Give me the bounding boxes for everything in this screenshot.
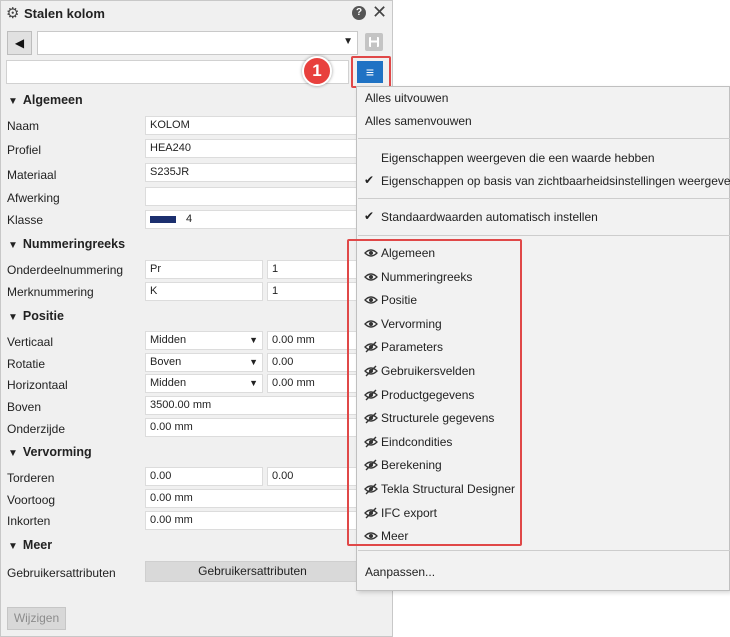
preset-select[interactable]: ▼: [37, 31, 358, 55]
back-button[interactable]: ◀: [7, 31, 32, 55]
modify-button[interactable]: Wijzigen: [7, 607, 66, 630]
gebruikersattributen-label: Gebruikersattributen: [7, 566, 116, 580]
boven-label: Boven: [7, 400, 42, 414]
hamburger-icon: ≡: [365, 64, 375, 80]
horizontaal-value: Midden: [150, 377, 187, 389]
panel-title: Stalen kolom: [24, 6, 105, 21]
check-icon: ✔: [364, 209, 375, 223]
menu-divider: [358, 235, 730, 236]
verticaal-label: Verticaal: [7, 335, 54, 349]
collapse-triangle-icon: ▼: [8, 541, 18, 552]
callout-badge: 1: [302, 56, 332, 86]
options-menu-button[interactable]: ≡: [357, 61, 383, 83]
inkorten-label: Inkorten: [7, 514, 51, 528]
verticaal-value: Midden: [150, 334, 187, 346]
save-preset-button[interactable]: [365, 33, 383, 51]
section-header-nummeringreeks[interactable]: ▼ Nummeringreeks: [8, 237, 125, 251]
section-header-positie[interactable]: ▼ Positie: [8, 309, 64, 323]
torderen-start-field[interactable]: 0.00: [145, 467, 263, 486]
panel-titlebar: ⚙ Stalen kolom ? ✕: [1, 1, 392, 27]
menu-item-expand-all[interactable]: Alles uitvouwen: [365, 91, 448, 105]
menu-divider: [358, 138, 730, 139]
rotatie-value: Boven: [150, 356, 182, 368]
menu-divider: [358, 550, 730, 551]
sections-highlight-box: [347, 239, 522, 546]
voortoog-field[interactable]: 0.00 mm: [145, 489, 360, 508]
profiel-label: Profiel: [7, 143, 42, 157]
rotatie-select[interactable]: Boven ▼: [145, 353, 263, 372]
gear-icon: ⚙: [6, 5, 20, 22]
rotatie-label: Rotatie: [7, 357, 46, 371]
afwerking-label: Afwerking: [7, 191, 60, 205]
chevron-down-icon: ▼: [343, 36, 353, 47]
klasse-label: Klasse: [7, 213, 44, 227]
collapse-triangle-icon: ▼: [8, 448, 18, 459]
section-header-meer[interactable]: ▼ Meer: [8, 538, 52, 552]
section-title: Vervorming: [22, 445, 92, 459]
save-icon: [369, 37, 379, 47]
voortoog-label: Voortoog: [7, 493, 56, 507]
close-icon[interactable]: ✕: [372, 2, 387, 23]
materiaal-field[interactable]: S235JR: [145, 163, 360, 182]
class-color-swatch: [150, 215, 176, 223]
onderzijde-field[interactable]: 0.00 mm: [145, 418, 360, 437]
help-icon[interactable]: ?: [352, 6, 366, 20]
afwerking-field[interactable]: [145, 187, 360, 206]
inkorten-field[interactable]: 0.00 mm: [145, 511, 360, 530]
collapse-triangle-icon: ▼: [8, 240, 18, 251]
section-title: Meer: [22, 538, 53, 552]
menu-item-show-with-value[interactable]: Eigenschappen weergeven die een waarde h…: [381, 151, 655, 165]
horizontaal-select[interactable]: Midden ▼: [145, 374, 263, 393]
chevron-down-icon: ▼: [249, 335, 258, 345]
menu-item-auto-defaults[interactable]: Standaardwaarden automatisch instellen: [381, 210, 598, 224]
onderdeel-prefix-field[interactable]: Pr: [145, 260, 263, 279]
section-header-algemeen[interactable]: ▼ Algemeen: [8, 93, 83, 107]
check-icon: ✔: [364, 173, 375, 187]
section-title: Positie: [22, 309, 64, 323]
user-attributes-button[interactable]: Gebruikersattributen: [145, 561, 360, 582]
naam-label: Naam: [7, 119, 40, 133]
merknummering-label: Merknummering: [7, 285, 94, 299]
menu-divider: [358, 198, 730, 199]
chevron-down-icon: ▼: [249, 357, 258, 367]
chevron-down-icon: ▼: [249, 378, 258, 388]
menu-item-customize[interactable]: Aanpassen...: [365, 565, 435, 579]
collapse-triangle-icon: ▼: [8, 312, 18, 323]
merk-prefix-field[interactable]: K: [145, 282, 263, 301]
section-title: Nummeringreeks: [22, 237, 126, 251]
naam-field[interactable]: KOLOM: [145, 116, 360, 135]
onderzijde-label: Onderzijde: [7, 422, 66, 436]
horizontaal-label: Horizontaal: [7, 378, 68, 392]
profiel-field[interactable]: HEA240: [145, 139, 360, 158]
section-header-vervorming[interactable]: ▼ Vervorming: [8, 445, 92, 459]
materiaal-label: Materiaal: [7, 168, 57, 182]
klasse-field[interactable]: 4: [145, 210, 360, 229]
collapse-triangle-icon: ▼: [8, 96, 18, 107]
verticaal-select[interactable]: Midden ▼: [145, 331, 263, 350]
search-input[interactable]: [6, 60, 349, 84]
boven-field[interactable]: 3500.00 mm: [145, 396, 360, 415]
torderen-label: Torderen: [7, 471, 55, 485]
back-arrow-icon: ◀: [14, 36, 25, 50]
onderdeelnummering-label: Onderdeelnummering: [7, 263, 124, 277]
klasse-value: 4: [186, 213, 193, 225]
menu-item-collapse-all[interactable]: Alles samenvouwen: [365, 114, 472, 128]
section-title: Algemeen: [22, 93, 83, 107]
menu-item-show-by-visibility[interactable]: Eigenschappen op basis van zichtbaarheid…: [381, 174, 730, 188]
